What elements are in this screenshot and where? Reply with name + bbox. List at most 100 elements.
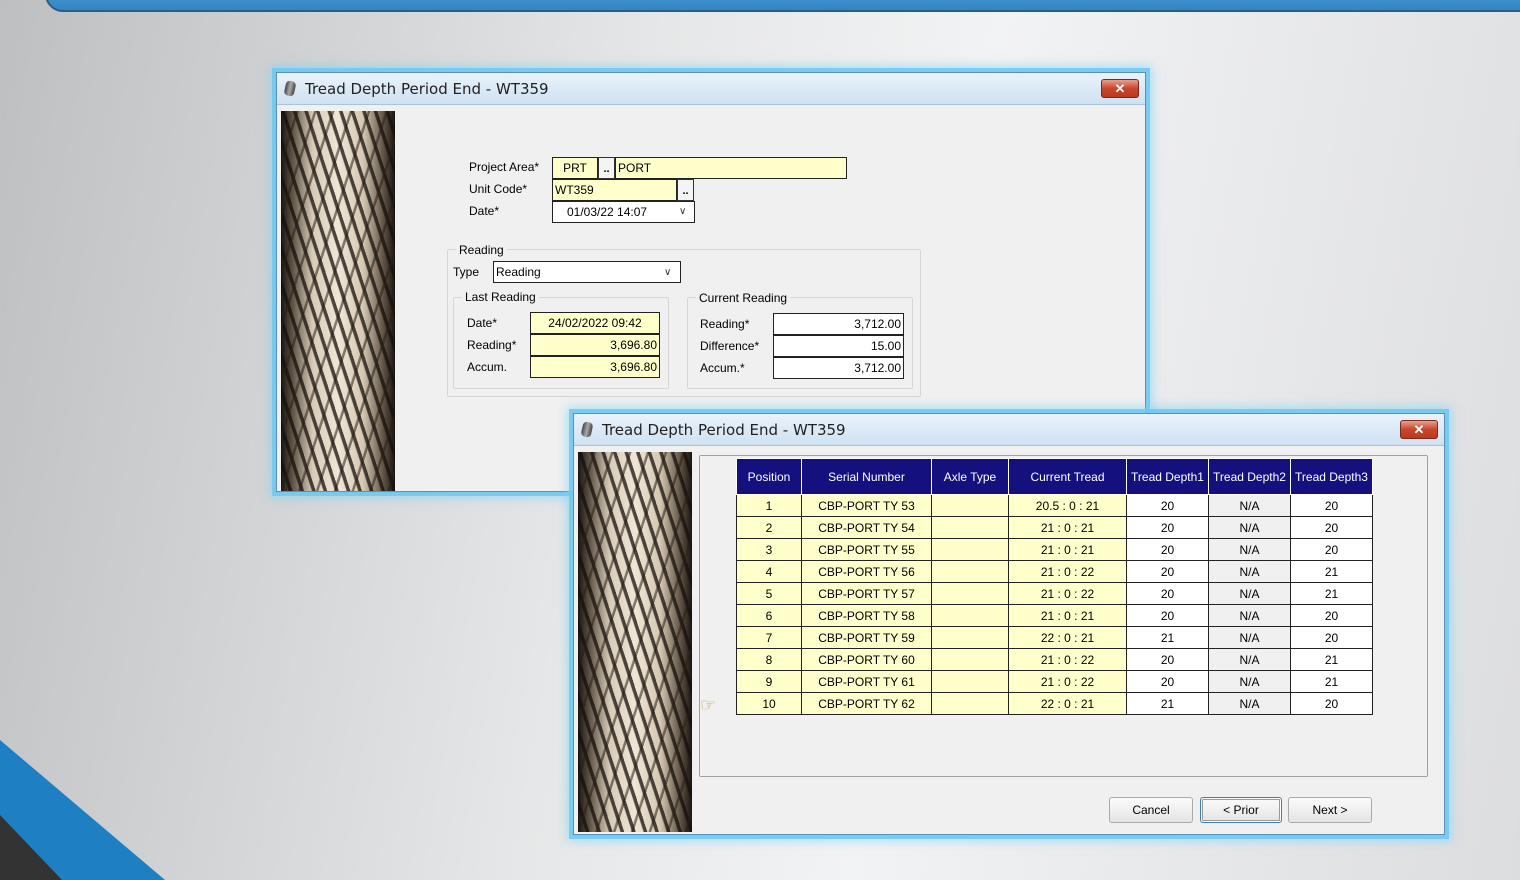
- cell-position[interactable]: 4: [736, 560, 802, 583]
- cell-serial[interactable]: CBP-PORT TY 61: [801, 670, 932, 693]
- cell-d1[interactable]: 20: [1126, 516, 1209, 539]
- table-row[interactable]: 3 CBP-PORT TY 55 21 : 0 : 21 20 N/A 20: [736, 538, 1373, 561]
- close-icon[interactable]: ✕: [1101, 79, 1139, 98]
- cell-d2[interactable]: N/A: [1208, 604, 1291, 627]
- cell-axle[interactable]: [931, 648, 1009, 671]
- cell-serial[interactable]: CBP-PORT TY 54: [801, 516, 932, 539]
- cell-serial[interactable]: CBP-PORT TY 60: [801, 648, 932, 671]
- cell-d1[interactable]: 20: [1126, 648, 1209, 671]
- cell-d3[interactable]: 20: [1290, 604, 1373, 627]
- next-button[interactable]: Next >: [1288, 797, 1372, 823]
- col-tread-depth2[interactable]: Tread Depth2: [1208, 458, 1291, 495]
- cell-d3[interactable]: 21: [1290, 582, 1373, 605]
- cell-d3[interactable]: 21: [1290, 560, 1373, 583]
- col-tread-depth3[interactable]: Tread Depth3: [1290, 458, 1373, 495]
- window-titlebar[interactable]: Tread Depth Period End - WT359 ✕: [574, 414, 1444, 446]
- cell-current[interactable]: 21 : 0 : 21: [1008, 516, 1127, 539]
- cell-d1[interactable]: 20: [1126, 604, 1209, 627]
- cell-axle[interactable]: [931, 670, 1009, 693]
- cell-d1[interactable]: 20: [1126, 670, 1209, 693]
- cell-serial[interactable]: CBP-PORT TY 58: [801, 604, 932, 627]
- cell-current[interactable]: 21 : 0 : 21: [1008, 604, 1127, 627]
- cell-serial[interactable]: CBP-PORT TY 53: [801, 494, 932, 517]
- col-current-tread[interactable]: Current Tread: [1008, 458, 1127, 495]
- cell-d2[interactable]: N/A: [1208, 626, 1291, 649]
- cell-serial[interactable]: CBP-PORT TY 55: [801, 538, 932, 561]
- cell-axle[interactable]: [931, 604, 1009, 627]
- table-row[interactable]: 1 CBP-PORT TY 53 20.5 : 0 : 21 20 N/A 20: [736, 494, 1373, 517]
- table-row[interactable]: 6 CBP-PORT TY 58 21 : 0 : 21 20 N/A 20: [736, 604, 1373, 627]
- project-area-code-field[interactable]: PRT: [552, 157, 598, 179]
- cell-position[interactable]: 6: [736, 604, 802, 627]
- cell-serial[interactable]: CBP-PORT TY 59: [801, 626, 932, 649]
- col-position[interactable]: Position: [736, 458, 802, 495]
- cell-position[interactable]: 7: [736, 626, 802, 649]
- cell-current[interactable]: 21 : 0 : 22: [1008, 560, 1127, 583]
- cell-axle[interactable]: [931, 692, 1009, 715]
- cell-d2[interactable]: N/A: [1208, 648, 1291, 671]
- type-select[interactable]: Reading: [493, 261, 681, 283]
- cell-d3[interactable]: 20: [1290, 494, 1373, 517]
- cell-position[interactable]: 8: [736, 648, 802, 671]
- cell-current[interactable]: 21 : 0 : 22: [1008, 670, 1127, 693]
- cell-d1[interactable]: 20: [1126, 560, 1209, 583]
- cell-position[interactable]: 10: [736, 692, 802, 715]
- chevron-down-icon[interactable]: ∨: [664, 267, 671, 278]
- cell-position[interactable]: 5: [736, 582, 802, 605]
- unit-code-field[interactable]: WT359: [552, 179, 677, 201]
- date-field[interactable]: 01/03/22 14:07: [552, 201, 695, 223]
- prior-button[interactable]: < Prior: [1200, 797, 1282, 823]
- cell-position[interactable]: 9: [736, 670, 802, 693]
- cell-current[interactable]: 22 : 0 : 21: [1008, 626, 1127, 649]
- cell-d3[interactable]: 20: [1290, 516, 1373, 539]
- cell-d3[interactable]: 21: [1290, 670, 1373, 693]
- table-row[interactable]: 7 CBP-PORT TY 59 22 : 0 : 21 21 N/A 20: [736, 626, 1373, 649]
- cell-d1[interactable]: 20: [1126, 538, 1209, 561]
- tyre-grid[interactable]: Position Serial Number Axle Type Current…: [736, 458, 1373, 715]
- cell-current[interactable]: 20.5 : 0 : 21: [1008, 494, 1127, 517]
- cell-d3[interactable]: 21: [1290, 648, 1373, 671]
- cell-position[interactable]: 1: [736, 494, 802, 517]
- chevron-down-icon[interactable]: ∨: [679, 206, 686, 217]
- table-row[interactable]: 9 CBP-PORT TY 61 21 : 0 : 22 20 N/A 21: [736, 670, 1373, 693]
- table-row[interactable]: 2 CBP-PORT TY 54 21 : 0 : 21 20 N/A 20: [736, 516, 1373, 539]
- cell-d2[interactable]: N/A: [1208, 516, 1291, 539]
- cell-current[interactable]: 21 : 0 : 21: [1008, 538, 1127, 561]
- cell-d2[interactable]: N/A: [1208, 692, 1291, 715]
- cell-axle[interactable]: [931, 494, 1009, 517]
- unit-code-lookup-button[interactable]: ..: [677, 179, 694, 201]
- table-row[interactable]: 8 CBP-PORT TY 60 21 : 0 : 22 20 N/A 21: [736, 648, 1373, 671]
- cell-serial[interactable]: CBP-PORT TY 56: [801, 560, 932, 583]
- cell-d1[interactable]: 20: [1126, 582, 1209, 605]
- cell-current[interactable]: 22 : 0 : 21: [1008, 692, 1127, 715]
- current-accum-field[interactable]: 3,712.00: [773, 357, 904, 379]
- col-serial-number[interactable]: Serial Number: [801, 458, 932, 495]
- cell-d1[interactable]: 21: [1126, 692, 1209, 715]
- cell-d2[interactable]: N/A: [1208, 670, 1291, 693]
- cell-serial[interactable]: CBP-PORT TY 62: [801, 692, 932, 715]
- cell-d1[interactable]: 20: [1126, 494, 1209, 517]
- cell-d2[interactable]: N/A: [1208, 494, 1291, 517]
- table-row[interactable]: 5 CBP-PORT TY 57 21 : 0 : 22 20 N/A 21: [736, 582, 1373, 605]
- cancel-button[interactable]: Cancel: [1109, 797, 1193, 823]
- cell-d3[interactable]: 20: [1290, 626, 1373, 649]
- cell-serial[interactable]: CBP-PORT TY 57: [801, 582, 932, 605]
- table-row[interactable]: 10 CBP-PORT TY 62 22 : 0 : 21 21 N/A 20: [736, 692, 1373, 715]
- cell-axle[interactable]: [931, 516, 1009, 539]
- project-area-lookup-button[interactable]: ..: [598, 157, 615, 179]
- cell-axle[interactable]: [931, 560, 1009, 583]
- cell-position[interactable]: 2: [736, 516, 802, 539]
- col-tread-depth1[interactable]: Tread Depth1: [1126, 458, 1209, 495]
- cell-d3[interactable]: 20: [1290, 692, 1373, 715]
- cell-d2[interactable]: N/A: [1208, 560, 1291, 583]
- cell-current[interactable]: 21 : 0 : 22: [1008, 582, 1127, 605]
- tread-depth-window-front[interactable]: Tread Depth Period End - WT359 ✕ ☞ Posit…: [573, 413, 1445, 835]
- cell-d2[interactable]: N/A: [1208, 582, 1291, 605]
- close-icon[interactable]: ✕: [1400, 420, 1438, 439]
- current-reading-field[interactable]: 3,712.00: [773, 313, 904, 335]
- cell-d3[interactable]: 20: [1290, 538, 1373, 561]
- cell-axle[interactable]: [931, 538, 1009, 561]
- cell-axle[interactable]: [931, 582, 1009, 605]
- difference-field[interactable]: 15.00: [773, 335, 904, 357]
- col-axle-type[interactable]: Axle Type: [931, 458, 1009, 495]
